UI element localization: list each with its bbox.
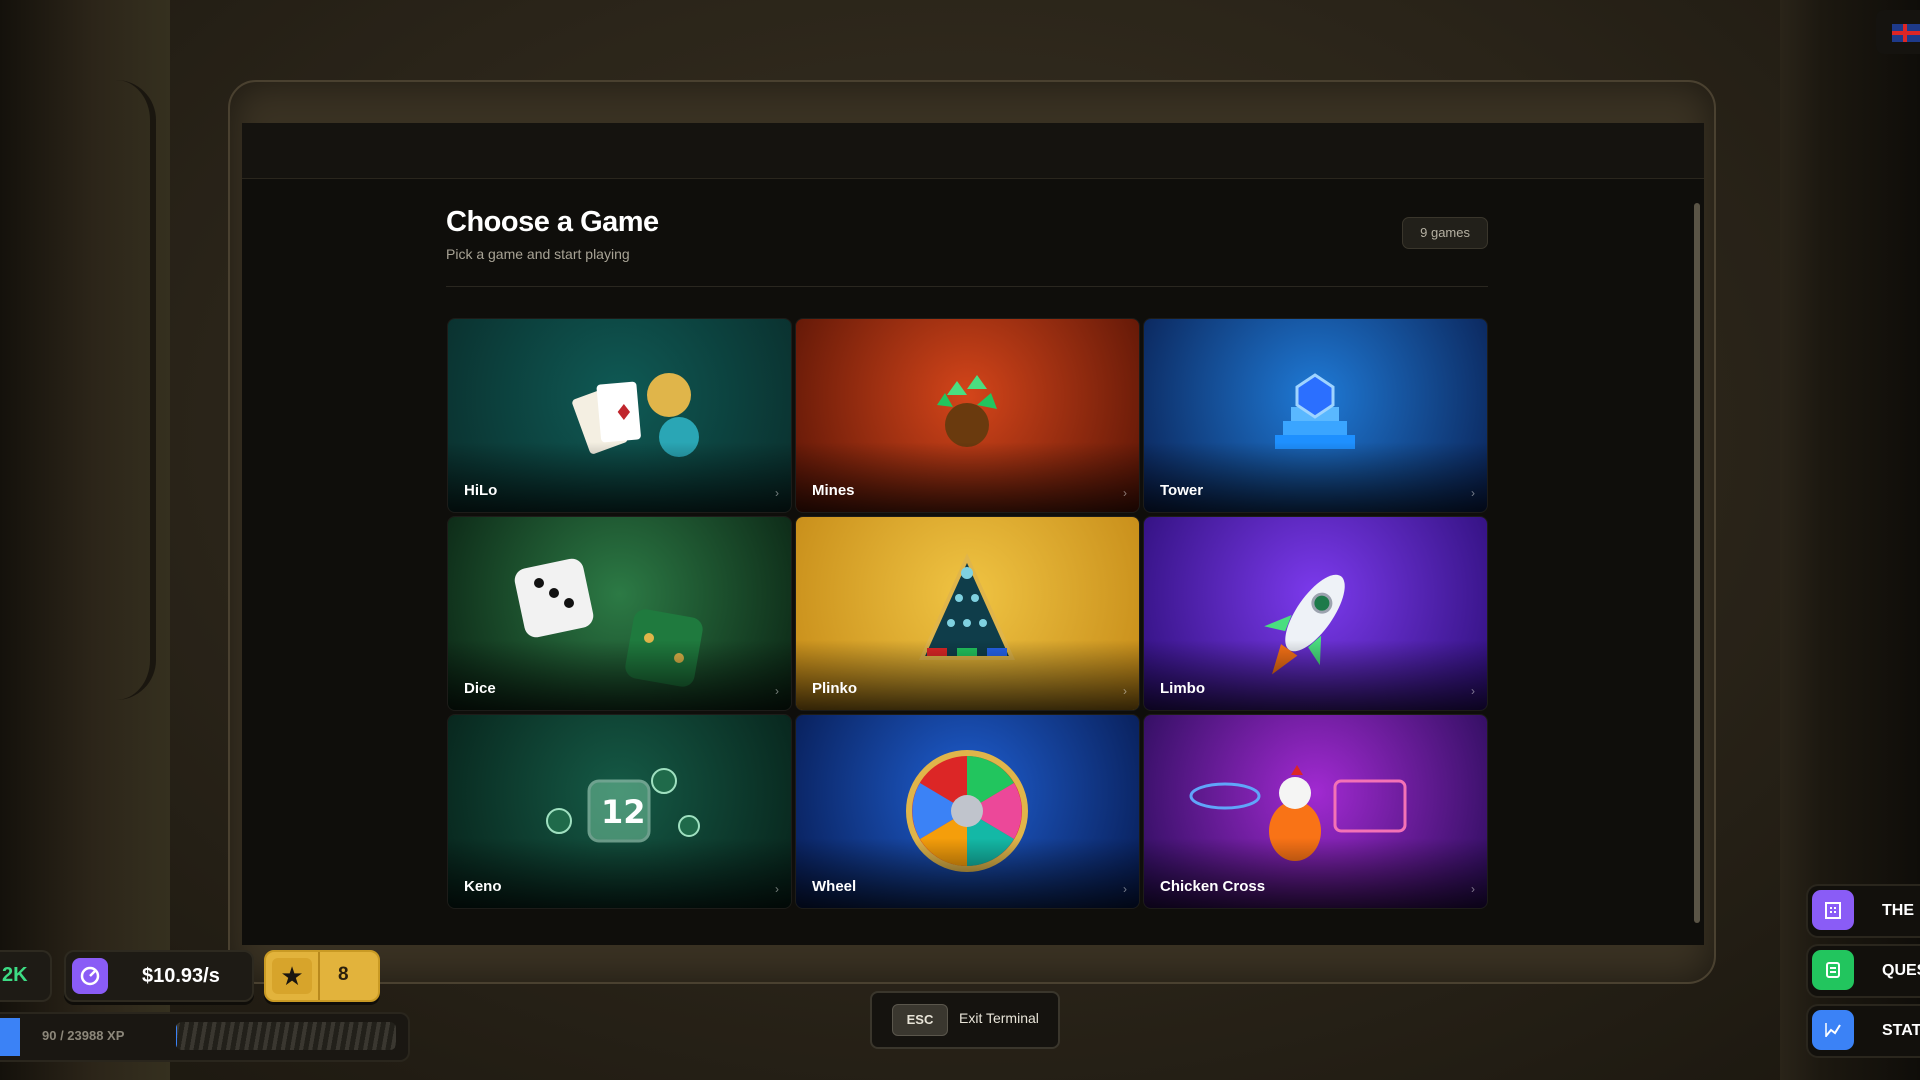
side-menu-label: QUES <box>1882 962 1920 979</box>
chevron-right-icon: › <box>775 684 779 698</box>
xp-text: 90 / 23988 XP <box>42 1028 125 1043</box>
card-shade <box>448 442 791 512</box>
card-shade <box>1144 640 1487 710</box>
balance-value: 2K <box>2 964 28 986</box>
svg-text:♦: ♦ <box>614 401 634 426</box>
chevron-right-icon: › <box>1471 486 1475 500</box>
game-card-dice[interactable]: Dice › <box>447 516 792 711</box>
building-icon <box>1812 890 1854 930</box>
income-rate: $10.93/s <box>142 965 220 987</box>
game-card-label: Mines <box>812 482 855 499</box>
star-icon: ★ <box>272 958 312 994</box>
exit-terminal-label: Exit Terminal <box>959 1010 1039 1026</box>
game-card-limbo[interactable]: Limbo › <box>1143 516 1488 711</box>
chevron-right-icon: › <box>1123 486 1127 500</box>
game-card-label: Chicken Cross <box>1160 878 1266 895</box>
game-card-mines[interactable]: Mines › <box>795 318 1140 513</box>
card-shade <box>1144 442 1487 512</box>
card-shade <box>796 640 1139 710</box>
page-subtitle: Pick a game and start playing <box>446 246 630 262</box>
game-card-tower[interactable]: Tower › <box>1143 318 1488 513</box>
games-count-badge: 9 games <box>1402 217 1488 249</box>
xp-progress-bar <box>176 1022 396 1050</box>
game-card-hilo[interactable]: ♦ HiLo › <box>447 318 792 513</box>
room-left-wall <box>0 0 170 1080</box>
scrollbar[interactable] <box>1692 183 1700 933</box>
page-title: Choose a Game <box>446 206 659 238</box>
exit-terminal-button[interactable]: ESC Exit Terminal <box>870 991 1060 1049</box>
quest-icon <box>1812 950 1854 990</box>
card-shade <box>448 838 791 908</box>
side-menu-label: THE <box>1882 902 1914 919</box>
game-card-wheel[interactable]: Wheel › <box>795 714 1140 909</box>
chevron-right-icon: › <box>1471 882 1475 896</box>
scrollbar-thumb[interactable] <box>1694 203 1700 923</box>
game-list-header: Choose a Game Pick a game and start play… <box>446 206 1488 287</box>
side-menu-button-stat[interactable]: STAT <box>1806 1004 1920 1058</box>
level-marker <box>0 1018 20 1056</box>
card-shade <box>796 442 1139 512</box>
income-icon <box>72 958 108 994</box>
game-card-keno[interactable]: 12 Keno › <box>447 714 792 909</box>
game-card-label: Limbo <box>1160 680 1205 697</box>
uk-flag-icon <box>1892 24 1920 42</box>
side-menu-button-the[interactable]: THE <box>1806 884 1920 938</box>
stars-divider <box>318 952 320 1000</box>
balance-pill: 2K <box>0 950 52 1002</box>
stars-count: 8 <box>338 964 349 985</box>
game-card-label: HiLo <box>464 482 498 499</box>
svg-text:12: 12 <box>601 793 646 831</box>
game-card-label: Keno <box>464 878 502 895</box>
xp-panel: 90 / 23988 XP <box>0 1012 410 1062</box>
chevron-right-icon: › <box>775 486 779 500</box>
screen-top-bar <box>242 123 1704 179</box>
side-menu-button-ques[interactable]: QUES <box>1806 944 1920 998</box>
stars-pill: ★ 8 <box>264 950 380 1002</box>
card-shade <box>1144 838 1487 908</box>
chevron-right-icon: › <box>1471 684 1475 698</box>
card-shade <box>796 838 1139 908</box>
game-card-chicken-cross[interactable]: Chicken Cross › <box>1143 714 1488 909</box>
chevron-right-icon: › <box>775 882 779 896</box>
income-pill: $10.93/s <box>64 950 254 1002</box>
game-card-label: Wheel <box>812 878 857 895</box>
game-card-label: Plinko <box>812 680 858 697</box>
game-card-label: Dice <box>464 680 496 697</box>
esc-key: ESC <box>892 1004 948 1036</box>
game-card-plinko[interactable]: Plinko › <box>795 516 1140 711</box>
chevron-right-icon: › <box>1123 882 1127 896</box>
game-grid: ♦ HiLo › Mines › Tower › Dice › Plinko › Limbo › 12 Ke… <box>447 318 1489 909</box>
game-card-label: Tower <box>1160 482 1204 499</box>
chart-icon <box>1812 1010 1854 1050</box>
xp-progress-fill <box>176 1022 177 1050</box>
language-selector[interactable] <box>1876 10 1920 54</box>
side-menu-label: STAT <box>1882 1022 1920 1039</box>
card-shade <box>448 640 791 710</box>
chevron-right-icon: › <box>1123 684 1127 698</box>
